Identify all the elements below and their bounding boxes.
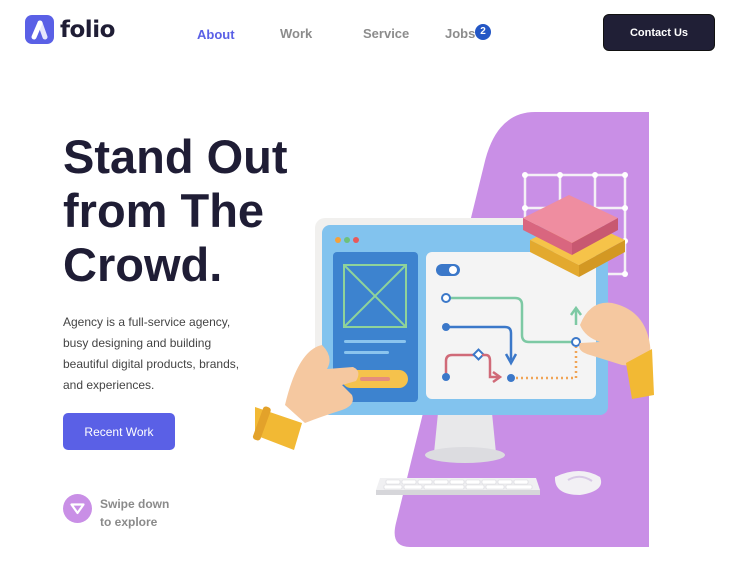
recent-work-button[interactable]: Recent Work [63, 413, 175, 450]
nav-link-service[interactable]: Service [363, 26, 409, 41]
nav-link-about[interactable]: About [197, 27, 235, 42]
swipe-hint-line: Swipe down [100, 497, 170, 511]
hero-description-line: Agency is a full-service agency, [63, 315, 231, 329]
jobs-count-badge: 2 [475, 24, 491, 40]
swipe-down-hint: Swipe down to explore [100, 495, 169, 531]
hero-description-line: beautiful digital products, brands, [63, 357, 240, 371]
hero-description-line: and experiences. [63, 378, 155, 392]
hero-description-line: busy designing and building [63, 336, 212, 350]
chevron-down-icon[interactable] [63, 494, 92, 523]
swipe-hint-line: to explore [100, 515, 158, 529]
nav-link-work[interactable]: Work [280, 26, 312, 41]
site-header: folio About Work Service Jobs 2 Contact … [0, 0, 744, 66]
computer-hands-illustration [250, 105, 660, 555]
contact-us-button[interactable]: Contact Us [603, 14, 715, 51]
nav-link-jobs[interactable]: Jobs [445, 26, 475, 41]
hero-description: Agency is a full-service agency, busy de… [63, 312, 263, 396]
